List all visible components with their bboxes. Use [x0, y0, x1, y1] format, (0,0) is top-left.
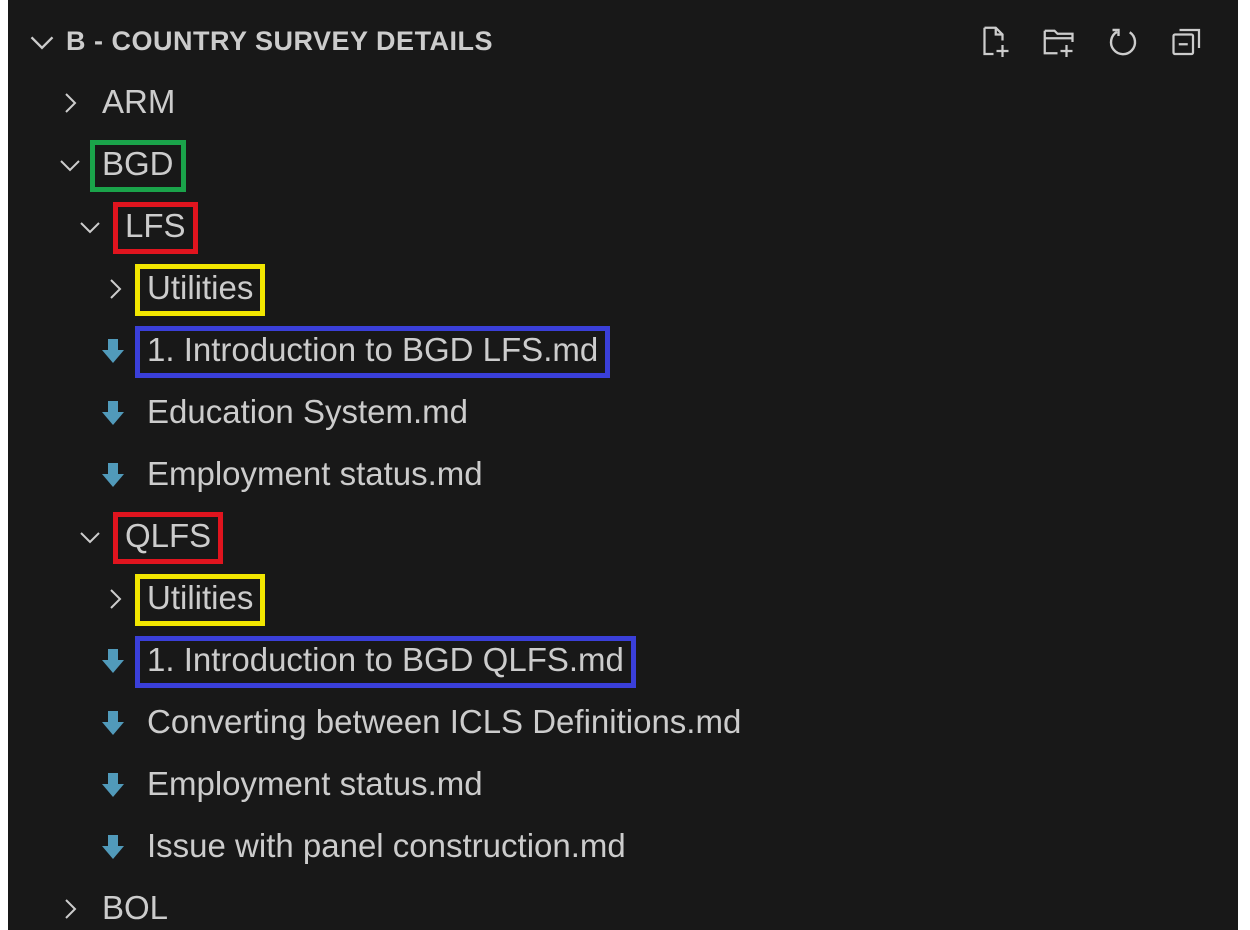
tree-item-label: Utilities: [147, 269, 254, 306]
markdown-download-icon: [102, 463, 124, 487]
tree-item-label: 1. Introduction to BGD LFS.md: [147, 331, 599, 368]
tree-item-label: BOL: [102, 889, 169, 926]
tree-item-label: LFS: [125, 207, 186, 244]
markdown-download-icon: [102, 401, 124, 425]
tree-folder-row[interactable]: Utilities: [8, 258, 1238, 320]
tree-item-label: Employment status.md: [147, 455, 483, 492]
chevron-down-icon[interactable]: [78, 525, 102, 549]
new-folder-button[interactable]: [1037, 20, 1081, 64]
markdown-download-icon: [102, 649, 124, 673]
chevron-right-icon[interactable]: [103, 277, 127, 301]
tree-item-label: 1. Introduction to BGD QLFS.md: [147, 641, 624, 678]
tree-file-row[interactable]: Converting between ICLS Definitions.md: [8, 692, 1238, 754]
tree-item-label: QLFS: [125, 517, 212, 554]
tree-item-label: Employment status.md: [147, 765, 483, 802]
markdown-download-icon: [102, 835, 124, 859]
tree-file-row[interactable]: Issue with panel construction.md: [8, 816, 1238, 878]
markdown-download-icon: [102, 711, 124, 735]
tree-item-label: Issue with panel construction.md: [147, 827, 626, 864]
chevron-right-icon[interactable]: [103, 587, 127, 611]
tree-file-row[interactable]: Education System.md: [8, 382, 1238, 444]
tree-folder-row[interactable]: BOL: [8, 878, 1238, 930]
refresh-icon: [1109, 28, 1137, 56]
tree-folder-row[interactable]: Utilities: [8, 568, 1238, 630]
chevron-down-icon[interactable]: [58, 153, 82, 177]
markdown-download-icon: [102, 339, 124, 363]
tree-item-label: Education System.md: [147, 393, 468, 430]
tree-item-label: ARM: [102, 83, 176, 120]
new-file-button[interactable]: [973, 20, 1017, 64]
chevron-down-icon[interactable]: [78, 215, 102, 239]
tree-item-label: Utilities: [147, 579, 254, 616]
chevron-right-icon[interactable]: [58, 897, 82, 921]
tree-file-row[interactable]: Employment status.md: [8, 754, 1238, 816]
chevron-right-icon[interactable]: [58, 91, 82, 115]
section-title: B - COUNTRY SURVEY DETAILS: [66, 26, 494, 56]
refresh-button[interactable]: [1101, 20, 1145, 64]
explorer-panel: B - COUNTRY SURVEY DETAILS ARM BGD LFS U…: [8, 0, 1238, 930]
tree-file-row[interactable]: 1. Introduction to BGD LFS.md: [8, 320, 1238, 382]
section-header[interactable]: B - COUNTRY SURVEY DETAILS: [8, 14, 1238, 70]
collapse-all-button[interactable]: [1165, 20, 1209, 64]
tree-folder-row[interactable]: QLFS: [8, 506, 1238, 568]
tree-folder-row[interactable]: LFS: [8, 196, 1238, 258]
tree-folder-row[interactable]: BGD: [8, 134, 1238, 196]
tree-folder-row[interactable]: ARM: [8, 72, 1238, 134]
header-actions: [973, 20, 1223, 64]
tree-item-label: Converting between ICLS Definitions.md: [147, 703, 742, 740]
collapse-all-icon: [1172, 28, 1201, 56]
chevron-down-icon[interactable]: [28, 28, 56, 56]
tree-file-row[interactable]: 1. Introduction to BGD QLFS.md: [8, 630, 1238, 692]
markdown-download-icon: [102, 773, 124, 797]
new-folder-icon: [1043, 29, 1074, 57]
tree-file-row[interactable]: Employment status.md: [8, 444, 1238, 506]
new-file-icon: [983, 26, 1009, 57]
tree-item-label: BGD: [102, 145, 174, 182]
